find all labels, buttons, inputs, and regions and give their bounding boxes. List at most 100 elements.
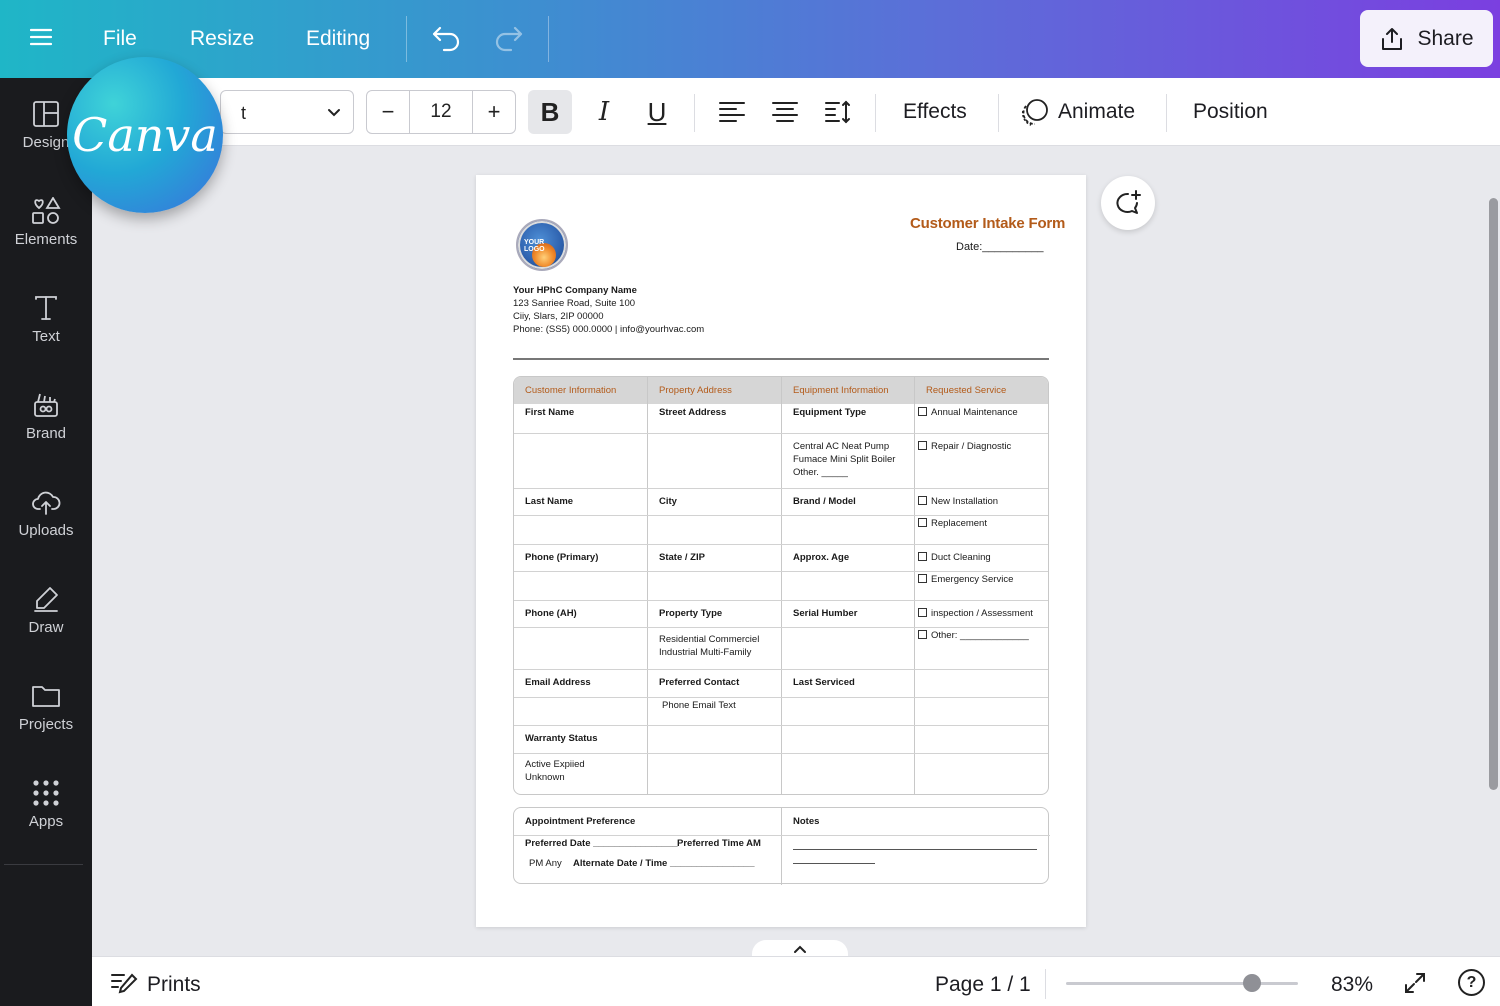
editing-menu[interactable]: Editing [306, 27, 370, 51]
format-toolbar: t − 12 + B I U Effects Animate Position [92, 78, 1500, 146]
chevron-down-icon [328, 109, 340, 117]
checkbox-label: Duct Cleaning [931, 552, 991, 563]
row-divider [514, 669, 1048, 670]
font-family-select[interactable]: t [220, 90, 354, 134]
brand-icon [34, 393, 58, 417]
checkbox[interactable] [918, 630, 927, 639]
notes-line [793, 863, 875, 864]
field-label: Last Serviced [793, 677, 855, 688]
sidebar-item-uploads[interactable]: Uploads [0, 488, 92, 539]
share-label: Share [1417, 26, 1474, 50]
align-center-icon [772, 102, 798, 122]
checkbox[interactable] [918, 407, 927, 416]
checkbox[interactable] [918, 441, 927, 450]
italic-button[interactable]: I [582, 90, 626, 134]
shapes-icon [32, 197, 61, 224]
font-size-stepper: − 12 + [366, 90, 516, 134]
checkbox[interactable] [918, 608, 927, 617]
decrease-font-size-button[interactable]: − [367, 91, 409, 133]
help-button[interactable]: ? [1458, 969, 1485, 996]
undo-icon[interactable] [431, 24, 461, 57]
sidebar-divider [4, 864, 83, 865]
checkbox-option[interactable]: Other: _____________ [918, 629, 1029, 642]
column-header: Customer Information [525, 385, 617, 396]
file-menu[interactable]: File [103, 27, 137, 51]
header-rule [513, 358, 1049, 360]
effects-button[interactable]: Effects [903, 100, 967, 124]
checkbox-option[interactable]: inspection / Assessment [918, 607, 1033, 620]
column-divider [781, 377, 782, 794]
appointment-notes-box: Appointment Preference Preferred Date __… [513, 807, 1050, 885]
preferred-date: Preferred Date ________________ [525, 838, 678, 849]
checkbox-option[interactable]: Duct Cleaning [918, 551, 991, 564]
add-comment-button[interactable] [1101, 176, 1155, 230]
field-label: Last Name [525, 496, 574, 507]
resize-menu[interactable]: Resize [190, 27, 254, 51]
checkbox-label: Annual Maintenance [931, 407, 1018, 418]
divider [548, 16, 549, 62]
font-size-input[interactable]: 12 [409, 91, 473, 133]
alternate-date: Alternate Date / Time ________________ [573, 858, 755, 869]
notes-edit-icon [111, 973, 138, 994]
sidebar-item-text[interactable]: Text [0, 294, 92, 345]
checkbox[interactable] [918, 574, 927, 583]
line-spacing-button[interactable] [816, 90, 860, 134]
notes-line [793, 849, 1037, 850]
bold-button[interactable]: B [528, 90, 572, 134]
sidebar-item-label: Draw [28, 619, 64, 636]
checkbox[interactable] [918, 518, 927, 527]
sidebar-item-draw[interactable]: Draw [0, 585, 92, 636]
sidebar-item-projects[interactable]: Projects [0, 682, 92, 733]
checkbox-option[interactable]: New Installation [918, 495, 998, 508]
notes-button[interactable]: Prints [147, 973, 201, 997]
status-bar: Prints Page 1 / 1 83% ? [92, 956, 1500, 1006]
fullscreen-icon[interactable] [1403, 971, 1427, 995]
checkbox-option[interactable]: Replacement [918, 517, 987, 530]
checkbox-label: Replacement [931, 518, 987, 529]
animate-button[interactable]: Animate [1058, 100, 1135, 124]
design-page[interactable]: YOUR LOGO Customer Intake Form Date:____… [476, 175, 1086, 927]
vertical-scrollbar[interactable] [1489, 198, 1498, 790]
share-button[interactable]: Share [1360, 10, 1493, 67]
zoom-slider-handle[interactable] [1242, 974, 1261, 992]
divider [1166, 94, 1167, 132]
checkbox[interactable] [918, 552, 927, 561]
sidebar-item-apps[interactable]: Apps [0, 779, 92, 830]
align-left-button[interactable] [710, 90, 754, 134]
position-button[interactable]: Position [1193, 100, 1268, 124]
checkbox-option[interactable]: Emergency Service [918, 573, 1013, 586]
checkbox[interactable] [918, 496, 927, 505]
page-indicator[interactable]: Page 1 / 1 [935, 973, 1031, 997]
company-name: Your HPhC Company Name [513, 285, 637, 296]
divider [406, 16, 407, 62]
field-options: Industrial Multi-Family [659, 647, 752, 658]
checkbox-label: Repair / Diagnostic [931, 441, 1012, 452]
row-divider [514, 697, 1048, 698]
field-options: Fumace Mini Split Boiler [793, 454, 896, 465]
upload-cloud-icon [32, 491, 61, 515]
field-label: Street Address [659, 407, 727, 418]
field-label: Email Address [525, 677, 591, 688]
field-label: Warranty Status [525, 733, 598, 744]
company-city: Ciiy, Slars, 2IP 00000 [513, 311, 604, 322]
sidebar-item-label: Apps [28, 813, 64, 830]
underline-button[interactable]: U [635, 90, 679, 134]
sidebar-item-label: Brand [25, 425, 67, 442]
checkbox-option[interactable]: Annual Maintenance [918, 406, 1018, 419]
checkbox-option[interactable]: Repair / Diagnostic [918, 440, 1011, 453]
zoom-level[interactable]: 83% [1331, 973, 1373, 997]
increase-font-size-button[interactable]: + [473, 91, 515, 133]
hamburger-menu-icon[interactable] [29, 26, 53, 53]
sidebar-item-elements[interactable]: Elements [0, 197, 92, 248]
row-divider [514, 433, 1048, 434]
field-options: Central AC Neat Pump [793, 441, 890, 452]
zoom-slider[interactable] [1066, 974, 1298, 992]
redo-icon[interactable] [494, 24, 524, 57]
align-center-button[interactable] [763, 90, 807, 134]
sidebar-item-brand[interactable]: Brand [0, 391, 92, 442]
appointment-title: Appointment Preference [525, 816, 636, 827]
left-sidebar: Design Elements Text Brand Uploads Draw … [0, 78, 92, 1006]
form-title: Customer Intake Form [910, 215, 1066, 232]
field-label: State / ZIP [659, 552, 705, 563]
date-field: Date:__________ [956, 241, 1044, 253]
